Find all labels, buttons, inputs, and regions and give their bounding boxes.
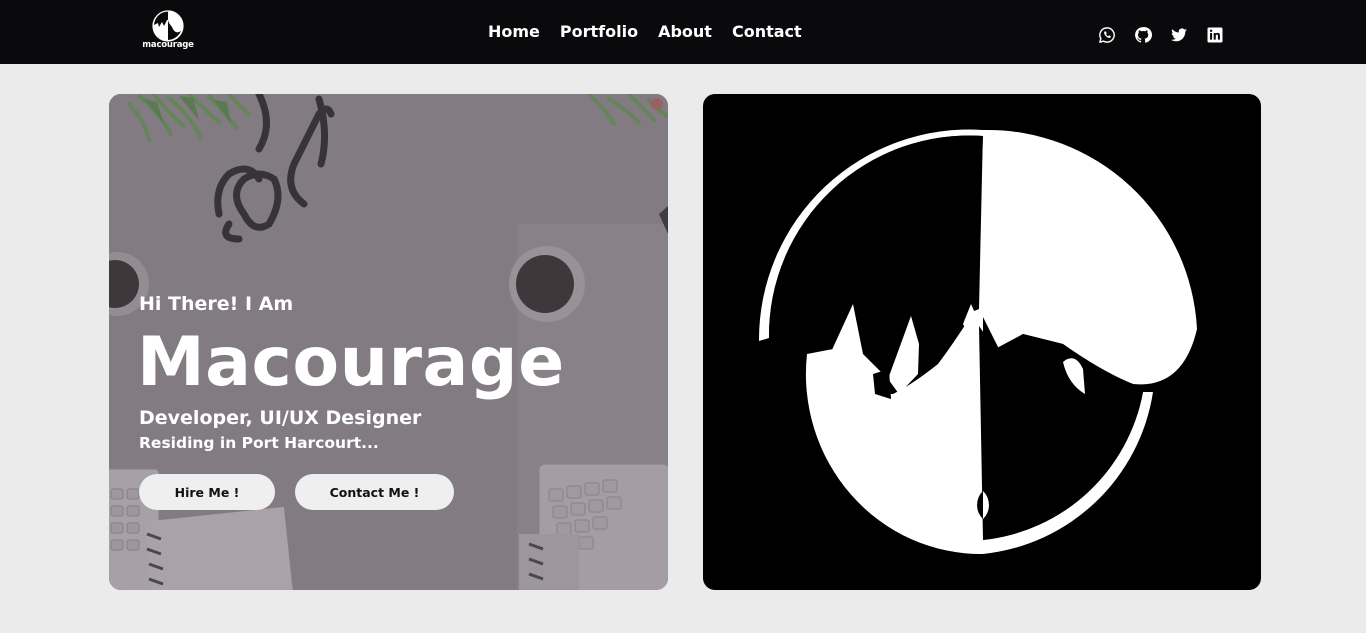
hero-name: Macourage [137, 323, 565, 402]
nav-home[interactable]: Home [488, 21, 540, 43]
hero-greeting: Hi There! I Am [139, 293, 294, 315]
whatsapp-link[interactable] [1098, 26, 1116, 44]
whatsapp-icon [1099, 27, 1115, 43]
twitter-link[interactable] [1170, 26, 1188, 44]
hire-me-button[interactable]: Hire Me ! [139, 474, 275, 510]
brand-logo[interactable]: macourage [142, 9, 194, 53]
twitter-icon [1171, 28, 1187, 42]
main-nav: Home Portfolio About Contact [488, 21, 802, 43]
github-icon [1135, 27, 1152, 43]
macourage-avatar-illustration [758, 129, 1197, 555]
macourage-logo-icon [152, 10, 184, 42]
hero-location: Residing in Port Harcourt... [139, 434, 379, 452]
linkedin-icon [1207, 27, 1223, 43]
avatar-card [703, 94, 1261, 590]
hero-card: Hi There! I Am Macourage Developer, UI/U… [109, 94, 668, 590]
nav-about[interactable]: About [658, 21, 712, 43]
nav-portfolio[interactable]: Portfolio [560, 21, 638, 43]
contact-me-button[interactable]: Contact Me ! [295, 474, 454, 510]
nav-contact[interactable]: Contact [732, 21, 802, 43]
navbar: macourage Home Portfolio About Contact [0, 0, 1366, 64]
social-links [1098, 26, 1224, 44]
hero-role: Developer, UI/UX Designer [139, 407, 422, 429]
github-link[interactable] [1134, 26, 1152, 44]
linkedin-link[interactable] [1206, 26, 1224, 44]
brand-name: macourage [142, 40, 194, 50]
